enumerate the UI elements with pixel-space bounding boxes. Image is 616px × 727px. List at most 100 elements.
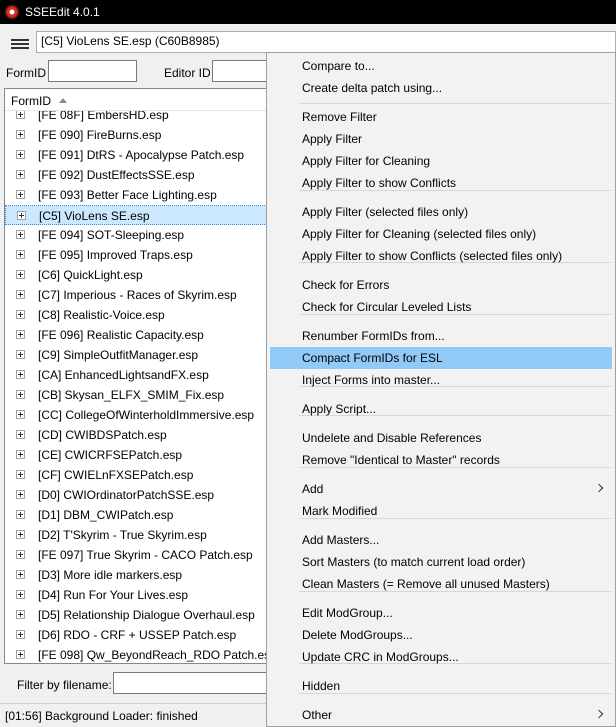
menu-item-renumber-formids-from[interactable]: Renumber FormIDs from... — [270, 325, 612, 347]
expand-plus-icon[interactable] — [16, 170, 25, 179]
menu-item-update-crc-in-modgroups[interactable]: Update CRC in ModGroups... — [270, 646, 612, 668]
expand-plus-icon[interactable] — [16, 450, 25, 459]
expand-plus-icon[interactable] — [16, 410, 25, 419]
tree-row[interactable]: [FE 091] DtRS - Apocalypse Patch.esp — [5, 145, 269, 165]
expand-plus-icon[interactable] — [16, 270, 25, 279]
expand-plus-icon[interactable] — [16, 250, 25, 259]
tree-row-label: [D6] RDO - CRF + USSEP Patch.esp — [38, 628, 237, 642]
tree-row[interactable]: [D4] Run For Your Lives.esp — [5, 585, 269, 605]
editorid-input[interactable] — [212, 60, 272, 82]
menu-item-hidden[interactable]: Hidden — [270, 675, 612, 697]
tree-row[interactable]: [D2] T'Skyrim - True Skyrim.esp — [5, 525, 269, 545]
expand-plus-icon[interactable] — [16, 130, 25, 139]
tree-row[interactable]: [D6] RDO - CRF + USSEP Patch.esp — [5, 625, 269, 645]
filename-filter-input[interactable] — [113, 672, 273, 694]
tree-row[interactable]: [FE 097] True Skyrim - CACO Patch.esp — [5, 545, 269, 565]
expand-plus-icon[interactable] — [16, 350, 25, 359]
expand-plus-icon[interactable] — [16, 330, 25, 339]
context-menu: Compare to... Create delta patch using...… — [266, 52, 616, 727]
menu-item-apply-filter-to-show-conflicts[interactable]: Apply Filter to show Conflicts — [270, 172, 612, 194]
tree-row-label: [FE 093] Better Face Lighting.esp — [38, 188, 217, 202]
tree-row[interactable]: [C6] QuickLight.esp — [5, 265, 269, 285]
tree-row[interactable]: [CE] CWICRFSEPatch.esp — [5, 445, 269, 465]
menu-item-undelete-and-disable-references[interactable]: Undelete and Disable References — [270, 427, 612, 449]
tree-row[interactable]: [FE 093] Better Face Lighting.esp — [5, 185, 269, 205]
expand-plus-icon[interactable] — [16, 550, 25, 559]
tree-row[interactable]: [C8] Realistic-Voice.esp — [5, 305, 269, 325]
tree-row[interactable]: [C9] SimpleOutfitManager.esp — [5, 345, 269, 365]
hamburger-menu-icon[interactable] — [11, 39, 29, 49]
menu-item-label: Remove "Identical to Master" records — [302, 453, 500, 467]
menu-item-label: Check for Errors — [302, 278, 390, 292]
menu-item-apply-script[interactable]: Apply Script... — [270, 398, 612, 420]
menu-item-add-masters[interactable]: Add Masters... — [270, 529, 612, 551]
expand-plus-icon[interactable] — [16, 570, 25, 579]
menu-item-check-for-circular-leveled-lists[interactable]: Check for Circular Leveled Lists — [270, 296, 612, 318]
menu-item-delete-modgroups[interactable]: Delete ModGroups... — [270, 624, 612, 646]
tree-header[interactable]: FormID — [5, 89, 269, 111]
expand-plus-icon[interactable] — [16, 610, 25, 619]
expand-plus-icon[interactable] — [16, 630, 25, 639]
tree-row-label: [CF] CWIELnFXSEPatch.esp — [38, 468, 194, 482]
tree-row[interactable]: [C7] Imperious - Races of Skyrim.esp — [5, 285, 269, 305]
expand-plus-icon[interactable] — [17, 211, 26, 220]
expand-plus-icon[interactable] — [16, 390, 25, 399]
menu-item-label: Apply Filter to show Conflicts (selected… — [302, 249, 563, 263]
tree-row[interactable]: [CD] CWIBDSPatch.esp — [5, 425, 269, 445]
tree-row[interactable]: [FE 090] FireBurns.esp — [5, 125, 269, 145]
expand-plus-icon[interactable] — [16, 510, 25, 519]
menu-item-compare-to[interactable]: Compare to... — [270, 55, 612, 77]
expand-plus-icon[interactable] — [16, 590, 25, 599]
tree-row[interactable]: [FE 092] DustEffectsSSE.esp — [5, 165, 269, 185]
tree-row[interactable]: [D3] More idle markers.esp — [5, 565, 269, 585]
expand-plus-icon[interactable] — [16, 650, 25, 659]
menu-item-other[interactable]: Other — [270, 704, 612, 726]
tree-row[interactable]: [D5] Relationship Dialogue Overhaul.esp — [5, 605, 269, 625]
menu-item-sort-masters-to-match-current-load-order[interactable]: Sort Masters (to match current load orde… — [270, 551, 612, 573]
menu-item-label: Delete ModGroups... — [302, 628, 413, 642]
tree-row[interactable]: [D1] DBM_CWIPatch.esp — [5, 505, 269, 525]
menu-item-apply-filter-for-cleaning-selected-files-only[interactable]: Apply Filter for Cleaning (selected file… — [270, 223, 612, 245]
menu-item-edit-modgroup[interactable]: Edit ModGroup... — [270, 602, 612, 624]
menu-item-add[interactable]: Add — [270, 478, 612, 500]
selected-file-field[interactable]: [C5] VioLens SE.esp (C60B8985) — [36, 31, 616, 53]
expand-plus-icon[interactable] — [16, 370, 25, 379]
tree-row[interactable]: [C5] VioLens SE.esp — [5, 205, 269, 225]
file-tree[interactable]: [FE 08F] EmbersHD.esp [FE 090] FireBurns.… — [4, 88, 270, 664]
expand-plus-icon[interactable] — [16, 150, 25, 159]
menu-item-inject-forms-into-master[interactable]: Inject Forms into master... — [270, 369, 612, 391]
menu-item-remove-identical-to-master-records[interactable]: Remove "Identical to Master" records — [270, 449, 612, 471]
expand-plus-icon[interactable] — [16, 490, 25, 499]
menu-item-clean-masters-remove-all-unused-masters[interactable]: Clean Masters (= Remove all unused Maste… — [270, 573, 612, 595]
expand-plus-icon[interactable] — [16, 190, 25, 199]
expand-plus-icon[interactable] — [16, 430, 25, 439]
tree-row[interactable]: [D0] CWIOrdinatorPatchSSE.esp — [5, 485, 269, 505]
menu-item-check-for-errors[interactable]: Check for Errors — [270, 274, 612, 296]
tree-row[interactable]: [FE 098] Qw_BeyondReach_RDO Patch.esp — [5, 645, 269, 663]
menu-item-mark-modified[interactable]: Mark Modified — [270, 500, 612, 522]
menu-item-apply-filter-selected-files-only[interactable]: Apply Filter (selected files only) — [270, 201, 612, 223]
tree-row[interactable]: [CB] Skysan_ELFX_SMIM_Fix.esp — [5, 385, 269, 405]
tree-row[interactable]: [CF] CWIELnFXSEPatch.esp — [5, 465, 269, 485]
menu-item-apply-filter[interactable]: Apply Filter — [270, 128, 612, 150]
expand-plus-icon[interactable] — [16, 230, 25, 239]
menu-item-apply-filter-to-show-conflicts-selected-files-only[interactable]: Apply Filter to show Conflicts (selected… — [270, 245, 612, 267]
tree-row[interactable]: [FE 096] Realistic Capacity.esp — [5, 325, 269, 345]
menu-item-remove-filter[interactable]: Remove Filter — [270, 106, 612, 128]
tree-row[interactable]: [CA] EnhancedLightsandFX.esp — [5, 365, 269, 385]
menu-item-label: Check for Circular Leveled Lists — [302, 300, 472, 314]
expand-plus-icon[interactable] — [16, 470, 25, 479]
tree-row[interactable]: [CC] CollegeOfWinterholdImmersive.esp — [5, 405, 269, 425]
tree-row-label: [C6] QuickLight.esp — [38, 268, 143, 282]
tree-row[interactable]: [FE 094] SOT-Sleeping.esp — [5, 225, 269, 245]
expand-plus-icon[interactable] — [16, 110, 25, 119]
tree-row[interactable]: [FE 095] Improved Traps.esp — [5, 245, 269, 265]
formid-input[interactable] — [48, 60, 137, 82]
expand-plus-icon[interactable] — [16, 290, 25, 299]
expand-plus-icon[interactable] — [16, 310, 25, 319]
formid-column-header[interactable]: FormID — [11, 94, 51, 108]
expand-plus-icon[interactable] — [16, 530, 25, 539]
menu-item-create-delta-patch-using[interactable]: Create delta patch using... — [270, 77, 612, 99]
menu-item-compact-formids-for-esl[interactable]: Compact FormIDs for ESL — [270, 347, 612, 369]
menu-item-apply-filter-for-cleaning[interactable]: Apply Filter for Cleaning — [270, 150, 612, 172]
